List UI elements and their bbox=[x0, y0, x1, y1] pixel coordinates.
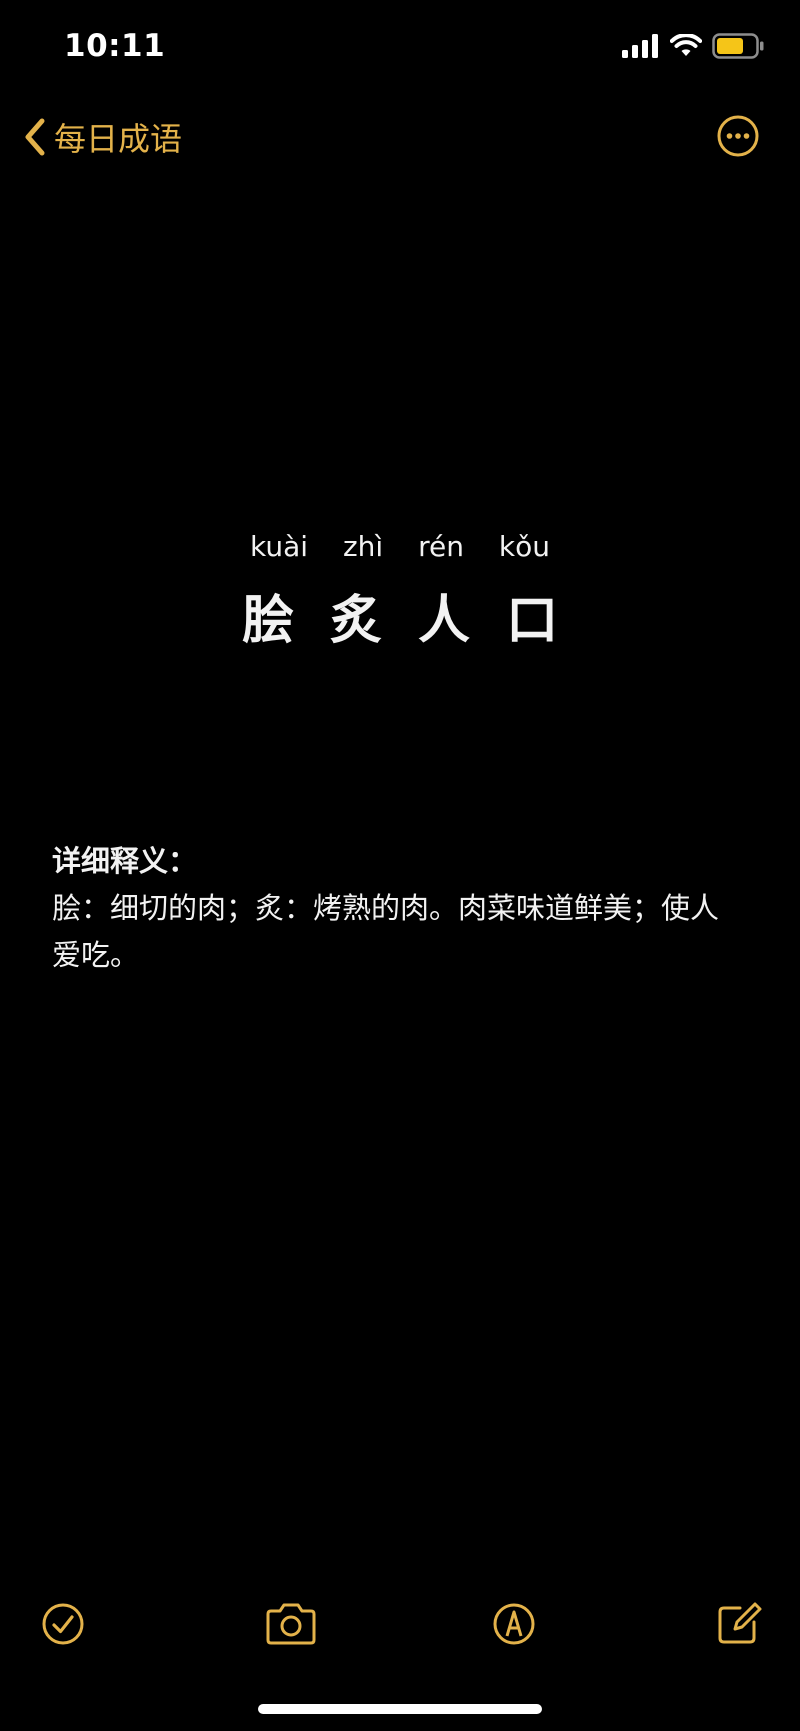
checklist-icon bbox=[42, 1603, 84, 1645]
markup-pen-icon bbox=[493, 1603, 535, 1645]
definition-section[interactable]: 详细释义： 脍：细切的肉；炙：烤熟的肉。肉菜味道鲜美；使人爱吃。 bbox=[52, 838, 732, 979]
nav-bar: 每日成语 bbox=[0, 100, 800, 172]
status-bar: 10:11 bbox=[0, 0, 800, 96]
pinyin-syllable: zhì bbox=[342, 530, 384, 563]
pinyin-syllable: rén bbox=[418, 530, 464, 563]
definition-body: 脍：细切的肉；炙：烤熟的肉。肉菜味道鲜美；使人爱吃。 bbox=[52, 891, 720, 972]
more-button[interactable] bbox=[716, 114, 760, 158]
battery-icon bbox=[712, 33, 764, 59]
back-label: 每日成语 bbox=[54, 120, 183, 158]
bottom-toolbar bbox=[0, 1596, 800, 1652]
idiom-title: 脍 炙 人 口 bbox=[0, 578, 800, 653]
definition-heading: 详细释义： bbox=[52, 844, 198, 878]
compose-icon bbox=[718, 1602, 762, 1644]
camera-button[interactable] bbox=[261, 1596, 321, 1652]
pinyin-syllable: kuài bbox=[250, 530, 309, 563]
pinyin-syllable: kǒu bbox=[498, 530, 550, 563]
chevron-left-icon bbox=[25, 118, 45, 156]
camera-icon bbox=[266, 1603, 316, 1645]
idiom-character: 脍 bbox=[241, 591, 294, 651]
idiom-character: 炙 bbox=[329, 591, 382, 651]
status-icons bbox=[622, 33, 764, 59]
markup-button[interactable] bbox=[486, 1596, 542, 1652]
back-button[interactable]: 每日成语 bbox=[22, 114, 182, 160]
wifi-icon bbox=[670, 34, 702, 56]
idiom-character: 人 bbox=[418, 591, 471, 651]
status-time: 10:11 bbox=[64, 28, 166, 64]
checklist-button[interactable] bbox=[35, 1596, 91, 1652]
compose-button[interactable] bbox=[710, 1596, 766, 1652]
idiom-pinyin: kuài zhì rén kǒu bbox=[0, 530, 800, 563]
ellipsis-circle-icon bbox=[717, 115, 759, 157]
home-indicator[interactable] bbox=[258, 1704, 542, 1714]
idiom-character: 口 bbox=[506, 591, 559, 651]
cellular-signal-icon bbox=[622, 34, 658, 58]
